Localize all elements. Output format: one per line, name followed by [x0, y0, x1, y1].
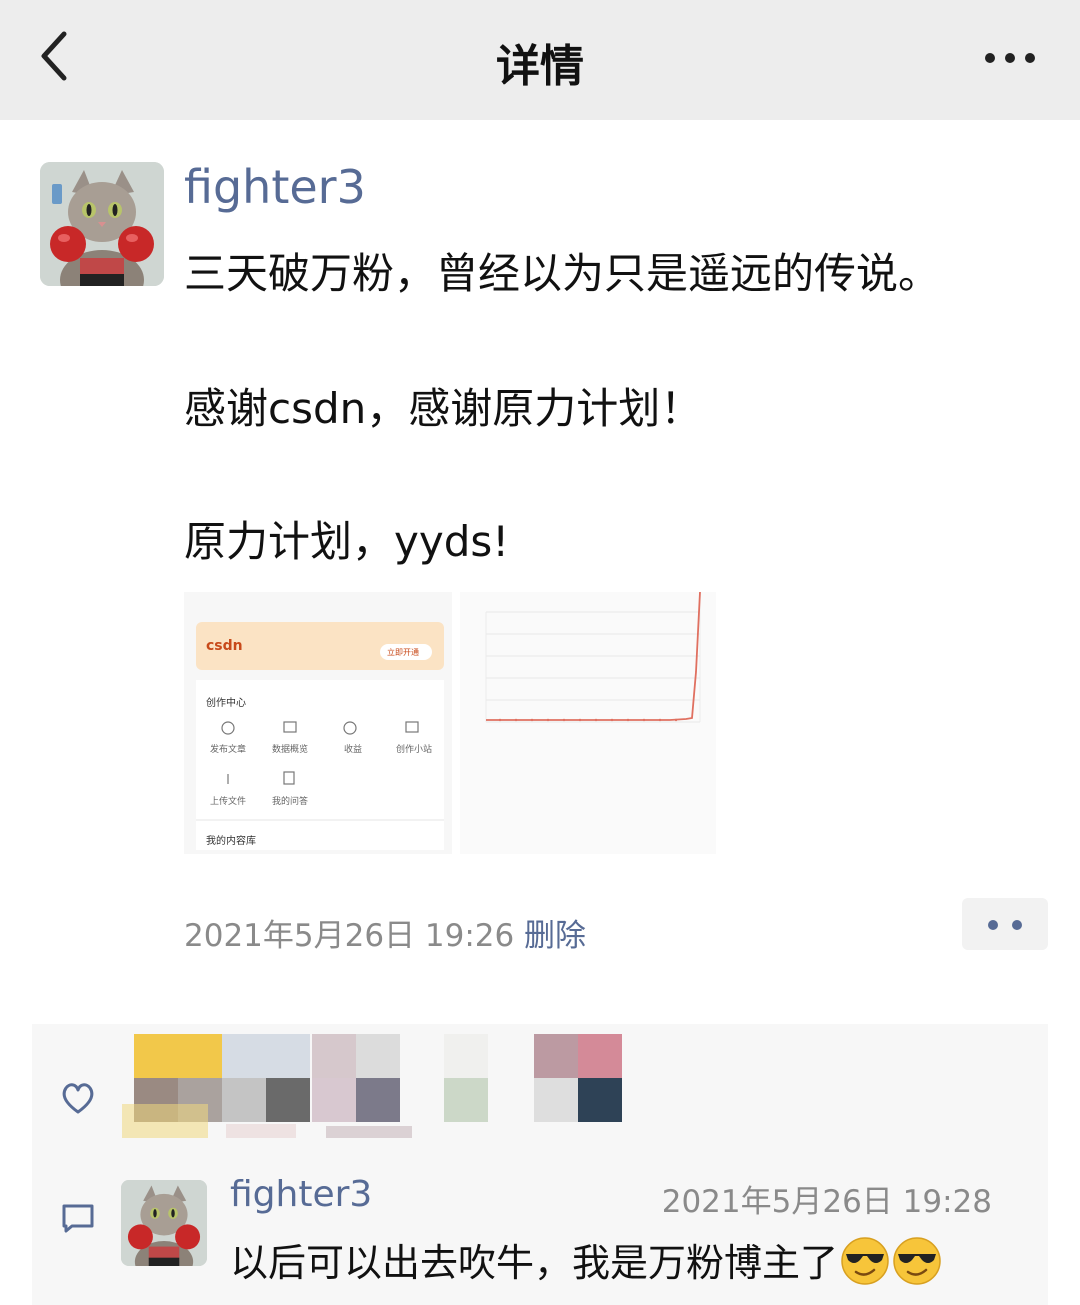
liker-avatar-fragment: [226, 1124, 296, 1138]
boxing-cat-avatar-icon: [121, 1180, 207, 1266]
liker-avatar[interactable]: [444, 1034, 490, 1122]
author-avatar[interactable]: [40, 162, 164, 286]
post-timestamp: 2021年5月26日 19:26: [184, 918, 515, 954]
attached-image-app-screenshot[interactable]: csdn 立即开通 创作中心 发布文章 数据概览 收益 创作小站 上传文件 我的…: [184, 592, 452, 854]
sunglasses-emoji-icon: [893, 1237, 941, 1285]
boxing-cat-avatar-icon: [40, 162, 164, 286]
comment-text: 以后可以出去吹牛，我是万粉博主了: [230, 1241, 839, 1285]
post-text-line: 原力计划，yyds!: [184, 517, 510, 566]
two-dots-icon: [988, 920, 998, 930]
footer-label: 我的内容库: [206, 836, 256, 847]
commenter-avatar[interactable]: [121, 1180, 207, 1266]
two-dots-icon: [1012, 920, 1022, 930]
liker-avatar-fragment: [326, 1126, 412, 1138]
comment-time: 2021年5月26日 19:28: [661, 1184, 992, 1220]
post-actions-button[interactable]: [962, 898, 1048, 950]
author-name[interactable]: fighter3: [184, 160, 366, 214]
post-text-line: 感谢csdn，感谢原力计划！: [184, 384, 703, 433]
sunglasses-emoji-icon: [841, 1237, 889, 1285]
delete-link[interactable]: 删除: [524, 910, 586, 955]
top-bar: 详情: [0, 0, 1080, 120]
liker-avatar-fragment: [122, 1104, 208, 1138]
commenter-name[interactable]: fighter3: [230, 1174, 372, 1215]
attached-image-chart-screenshot[interactable]: [460, 592, 716, 854]
post-text-line: 三天破万粉，曾经以为只是遥远的传说。: [184, 249, 941, 298]
liker-avatar[interactable]: [312, 1034, 400, 1122]
page-title: 详情: [496, 41, 584, 92]
comment-text-row[interactable]: 以后可以出去吹牛，我是万粉博主了: [230, 1232, 942, 1287]
liker-avatar[interactable]: [222, 1034, 310, 1122]
comment-icon: [60, 1200, 96, 1236]
heart-icon: [60, 1080, 96, 1116]
follower-chart: [485, 592, 701, 723]
liker-avatar[interactable]: [534, 1034, 622, 1122]
more-button[interactable]: [980, 38, 1040, 78]
menu-icons: [196, 721, 444, 821]
more-icon: [985, 53, 1035, 63]
